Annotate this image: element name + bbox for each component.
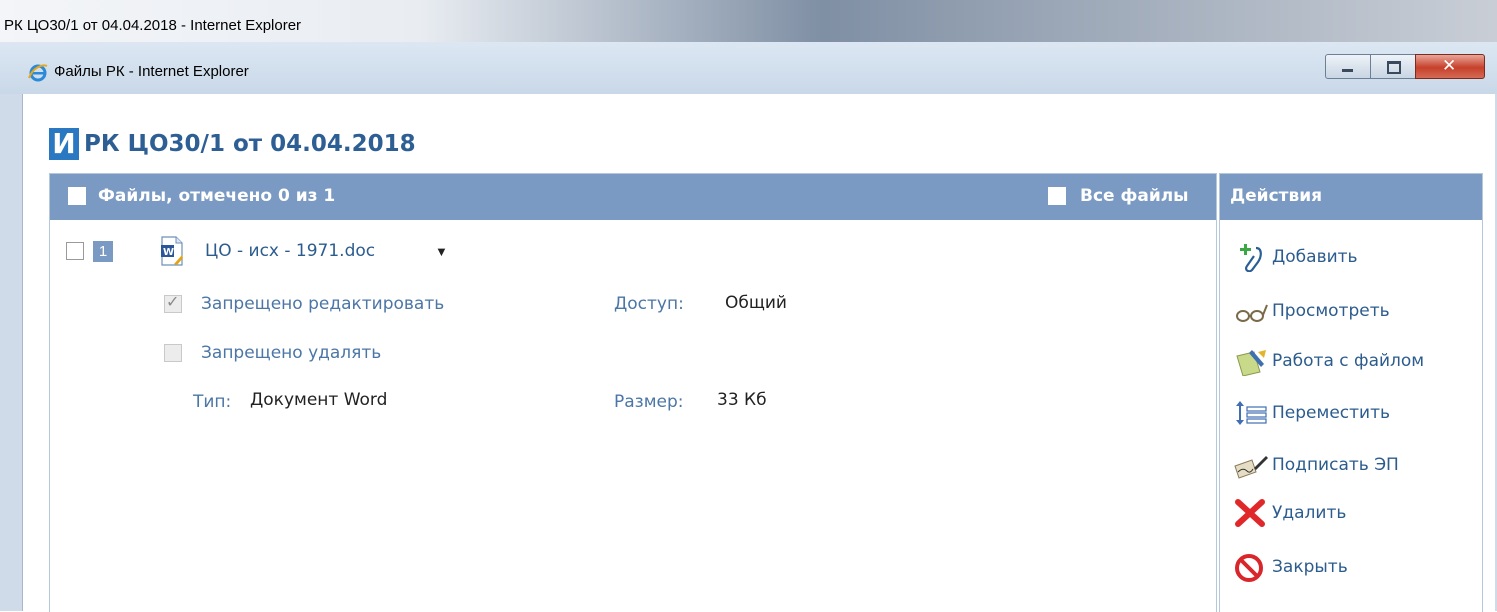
no-edit-label: Запрещено редактировать [201,294,445,314]
file-number: 1 [93,241,113,262]
view-file-button[interactable]: Просмотреть [1234,294,1474,328]
actions-panel: Действия Добавить Просмотреть Работа с ф… [1219,173,1483,612]
sign-icon [1234,456,1268,479]
no-delete-label: Запрещено удалять [201,343,382,363]
type-value: Документ Word [250,390,388,410]
outer-window-title: РК ЦО30/1 от 04.04.2018 - Internet Explo… [4,17,302,34]
move-file-button[interactable]: Переместить [1234,396,1474,430]
window-title: Файлы РК - Internet Explorer [54,63,249,80]
page-title: РК ЦО30/1 от 04.04.2018 [84,131,416,157]
word-document-icon: W [161,236,183,266]
delete-file-button[interactable]: Удалить [1234,496,1474,530]
edit-file-icon [1236,350,1266,376]
no-edit-checkbox: ✓ [164,292,182,313]
select-all-files-checkbox[interactable] [68,187,86,205]
delete-icon [1235,499,1265,527]
close-window-button[interactable]: ✕ [1415,54,1485,79]
file-name-link[interactable]: ЦО - исх - 1971.doc [205,241,375,261]
type-label: Тип: [193,392,232,412]
delete-file-label: Удалить [1272,503,1347,523]
files-window: Файлы РК - Internet Explorer ✕ И РК ЦО30… [0,42,1497,612]
maximize-icon [1387,61,1401,74]
checkmark-icon: ✓ [166,292,180,311]
minimize-button[interactable] [1325,54,1371,79]
add-attachment-icon [1240,244,1262,272]
access-label: Доступ: [614,294,684,314]
no-delete-checkbox [164,344,182,362]
content-area: И РК ЦО30/1 от 04.04.2018 Файлы, отмечен… [22,94,1495,612]
add-file-label: Добавить [1272,247,1358,267]
svg-text:W: W [163,247,174,258]
maximize-button[interactable] [1370,54,1416,79]
sign-label: Подписать ЭП [1272,455,1399,475]
files-header-label: Файлы, отмечено 0 из 1 [98,186,336,206]
work-with-file-button[interactable]: Работа с файлом [1234,344,1474,378]
all-files-checkbox[interactable] [1048,187,1066,205]
access-value: Общий [725,293,787,313]
size-value: 33 Кб [717,390,767,410]
document-type-badge: И [49,128,79,160]
add-file-button[interactable]: Добавить [1234,240,1474,274]
view-file-label: Просмотреть [1272,301,1390,321]
actions-panel-header: Действия [1220,174,1482,220]
work-with-file-label: Работа с файлом [1272,351,1425,371]
all-files-label: Все файлы [1080,186,1189,206]
glasses-icon [1236,304,1268,322]
sign-button[interactable]: Подписать ЭП [1234,448,1474,482]
close-circle-icon [1235,554,1263,582]
ie-icon [28,64,48,82]
file-checkbox[interactable] [66,242,84,260]
minimize-icon [1342,69,1353,72]
files-panel-header: Файлы, отмечено 0 из 1 Все файлы [50,174,1216,220]
move-file-label: Переместить [1272,403,1390,423]
actions-header-label: Действия [1230,186,1323,206]
close-form-label: Закрыть [1272,557,1348,577]
move-icon [1236,401,1267,425]
files-panel: Файлы, отмечено 0 из 1 Все файлы 1 W ЦО … [49,173,1217,612]
size-label: Размер: [614,392,684,412]
close-form-button[interactable]: Закрыть [1234,550,1474,584]
window-titlebar[interactable]: Файлы РК - Internet Explorer ✕ [0,42,1497,94]
outer-window-titlebar: РК ЦО30/1 от 04.04.2018 - Internet Explo… [0,0,1497,42]
chevron-down-icon[interactable]: ▼ [435,244,448,259]
close-icon: ✕ [1442,56,1457,76]
